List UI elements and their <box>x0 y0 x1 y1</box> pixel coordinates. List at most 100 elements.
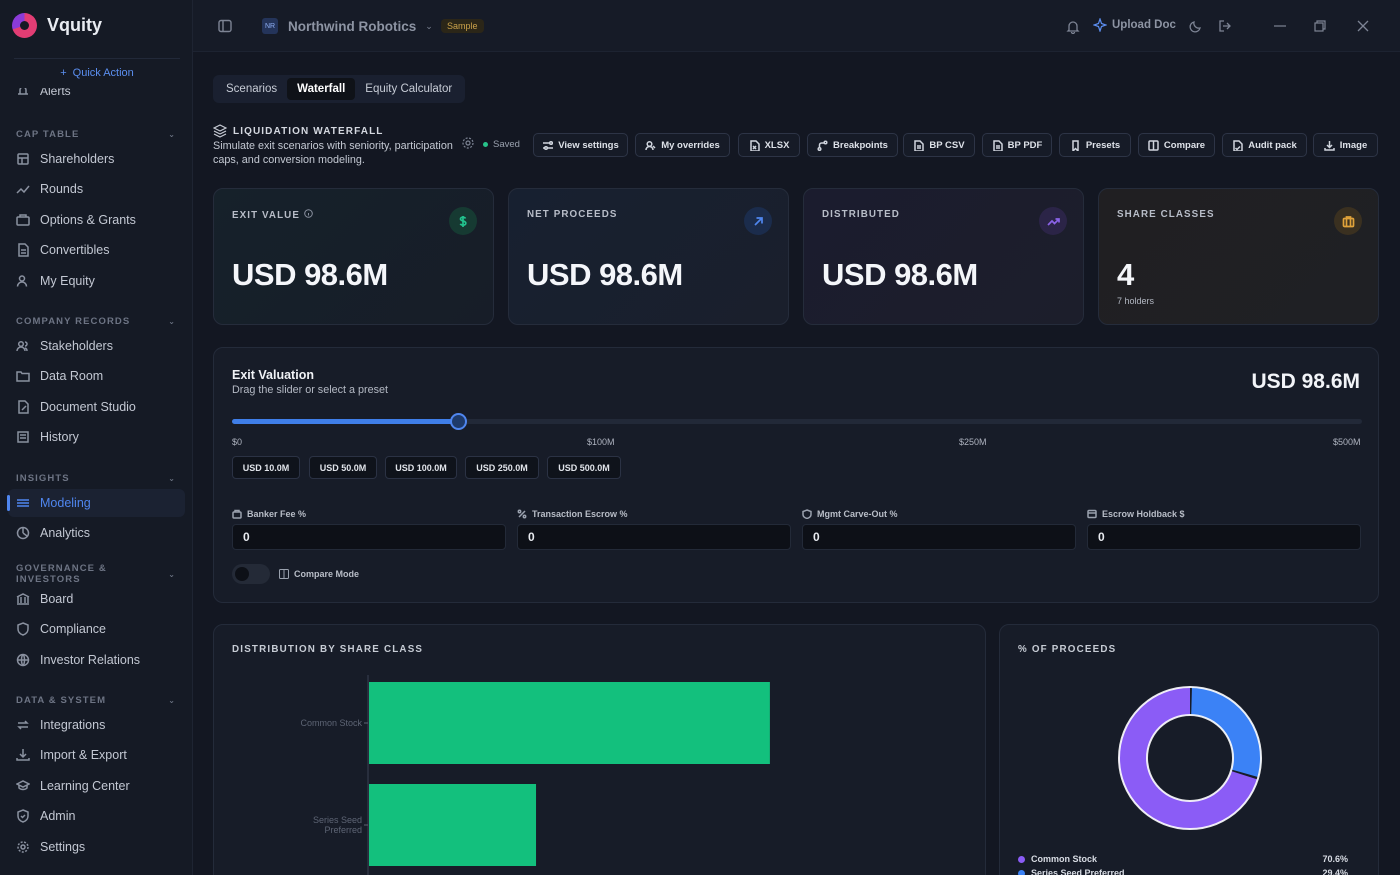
bp-pdf-button[interactable]: BP PDF <box>982 133 1052 157</box>
preset-usd-500-0m[interactable]: USD 500.0M <box>547 456 621 479</box>
presets-button[interactable]: Presets <box>1059 133 1131 157</box>
workspace-switcher[interactable]: NR Northwind Robotics ⌄ <box>262 18 433 34</box>
my-overrides-label: My overrides <box>661 139 720 151</box>
gear-icon <box>462 137 474 149</box>
quick-action-button[interactable]: + Quick Action <box>14 58 180 86</box>
kpi-label: NET PROCEEDS <box>527 209 618 220</box>
transaction-escrow-input[interactable]: 0 <box>517 524 791 550</box>
close-window-button[interactable] <box>1357 20 1369 32</box>
upload-doc-button[interactable]: Upload Doc <box>1093 18 1176 32</box>
brand[interactable]: Vquity <box>12 10 102 40</box>
board-icon <box>16 592 30 606</box>
sidebar-item-analytics[interactable]: Analytics <box>8 519 185 547</box>
sidebar-item-alerts[interactable]: Alerts <box>16 88 71 100</box>
legend-swatch <box>1018 855 1025 863</box>
kpi-value: 4 <box>1117 257 1134 292</box>
sidebar-item-modeling[interactable]: Modeling <box>7 489 185 517</box>
sidebar-item-integrations[interactable]: Integrations <box>8 711 185 739</box>
sidebar-item-rounds[interactable]: Rounds <box>8 175 185 203</box>
banker-fee-label-wrap: Banker Fee % <box>232 509 306 519</box>
exit-valuation-display: USD 98.6M <box>1251 370 1360 393</box>
banker-fee-input[interactable]: 0 <box>232 524 506 550</box>
my-overrides-button[interactable]: My overrides <box>635 133 730 157</box>
compare-button[interactable]: Compare <box>1138 133 1215 157</box>
slider-tick-label: $100M <box>587 437 615 447</box>
sidebar-item-settings[interactable]: Settings <box>8 833 185 861</box>
bp-csv-button[interactable]: BP CSV <box>903 133 975 157</box>
sidebar-item-investor-relations[interactable]: Investor Relations <box>8 646 185 674</box>
sidebar-item-label: Learning Center <box>40 778 130 793</box>
tab-scenarios[interactable]: Scenarios <box>216 78 287 100</box>
escrow-holdback-icon <box>1087 509 1097 519</box>
mgmt-carve-out-input[interactable]: 0 <box>802 524 1076 550</box>
sidebar-item-compliance[interactable]: Compliance <box>8 615 185 643</box>
saved-label: Saved <box>493 139 520 150</box>
sidebar-item-label: Shareholders <box>40 152 115 166</box>
kpi-value: USD 98.6M <box>232 257 388 292</box>
waterfall-heading: LIQUIDATION WATERFALL <box>213 124 384 138</box>
escrow-holdback-input[interactable]: 0 <box>1087 524 1361 550</box>
sidebar-section-data-system[interactable]: DATA & SYSTEM ⌄ <box>16 693 176 707</box>
preset-usd-100-0m[interactable]: USD 100.0M <box>385 456 457 479</box>
sidebar-item-board[interactable]: Board <box>8 585 185 613</box>
upload-doc-label: Upload Doc <box>1112 19 1176 31</box>
audit-pack-button[interactable]: Audit pack <box>1222 133 1307 157</box>
xlsx-button[interactable]: XLSX <box>738 133 800 157</box>
bar-1[interactable] <box>369 682 770 764</box>
sidebar-section-cap-table[interactable]: CAP TABLE ⌄ <box>16 127 176 141</box>
breakpoints-button[interactable]: Breakpoints <box>807 133 898 157</box>
sidebar-item-history[interactable]: History <box>8 423 185 451</box>
preset-usd-10-0m[interactable]: USD 10.0M <box>232 456 300 479</box>
sidebar-section-governance-investors[interactable]: GOVERNANCE & INVESTORS ⌄ <box>16 563 176 585</box>
image-button[interactable]: Image <box>1313 133 1378 157</box>
exit-valuation-slider[interactable] <box>232 413 1362 430</box>
sidebar-item-label: Settings <box>40 839 86 854</box>
brand-name: Vquity <box>47 14 103 35</box>
sidebar-item-my-equity[interactable]: My Equity <box>8 267 185 295</box>
exit-valuation-title: Exit Valuation <box>232 368 314 382</box>
tab-waterfall[interactable]: Waterfall <box>287 78 356 100</box>
import-export-icon <box>16 748 30 762</box>
kpi-subtext: 7 holders <box>1117 296 1155 306</box>
sidebar-section-insights[interactable]: INSIGHTS ⌄ <box>16 471 176 485</box>
slider-thumb[interactable] <box>450 413 467 430</box>
view-settings-button[interactable]: View settings <box>533 133 628 157</box>
sidebar-item-convertibles[interactable]: Convertibles <box>8 236 185 264</box>
preset-usd-50-0m[interactable]: USD 50.0M <box>309 456 377 479</box>
sidebar-item-stakeholders[interactable]: Stakeholders <box>8 332 185 360</box>
info-icon[interactable] <box>304 209 313 221</box>
kpi-value: USD 98.6M <box>822 257 978 292</box>
restore-button[interactable] <box>1314 20 1326 32</box>
theme-toggle-button[interactable] <box>1189 19 1203 33</box>
sidebar-item-shareholders[interactable]: Shareholders <box>8 145 185 173</box>
notifications-button[interactable] <box>1066 19 1080 34</box>
sidebar-section-company-records[interactable]: COMPANY RECORDS ⌄ <box>16 314 176 328</box>
mgmt-carve-out-label-wrap: Mgmt Carve-Out % <box>802 509 898 519</box>
logout-button[interactable] <box>1218 19 1232 33</box>
view-settings-label: View settings <box>558 139 619 151</box>
transaction-escrow-label: Transaction Escrow % <box>532 509 628 519</box>
admin-icon <box>16 809 30 823</box>
sample-badge-label: Sample <box>441 19 484 33</box>
minimize-button[interactable] <box>1274 25 1286 27</box>
kpi-label: DISTRIBUTED <box>822 209 900 220</box>
sidebar-item-data-room[interactable]: Data Room <box>8 362 185 390</box>
sidebar-item-document-studio[interactable]: Document Studio <box>8 393 185 421</box>
sidebar-item-admin[interactable]: Admin <box>8 802 185 830</box>
investor-relations-icon <box>16 653 30 667</box>
compare-mode-toggle[interactable] <box>232 564 270 584</box>
toggle-sidebar-button[interactable] <box>218 19 232 33</box>
preset-usd-250-0m[interactable]: USD 250.0M <box>465 456 539 479</box>
kpi-share-classes: SHARE CLASSES 4 7 holders <box>1098 188 1379 325</box>
chevron-down-icon: ⌄ <box>168 473 176 483</box>
mgmt-carve-out-icon <box>802 509 812 519</box>
tab-equity-calculator[interactable]: Equity Calculator <box>355 78 462 100</box>
sidebar-item-learning-center[interactable]: Learning Center <box>8 772 185 800</box>
toggle-knob <box>235 567 249 581</box>
bar-2[interactable] <box>369 784 537 866</box>
sidebar-section-title: CAP TABLE <box>16 128 80 140</box>
sidebar-item-options-grants[interactable]: Options & Grants <box>8 206 185 234</box>
sidebar-item-import-export[interactable]: Import & Export <box>8 741 185 769</box>
waterfall-settings-button[interactable] <box>461 136 475 155</box>
quick-action-label: Quick Action <box>72 66 134 79</box>
